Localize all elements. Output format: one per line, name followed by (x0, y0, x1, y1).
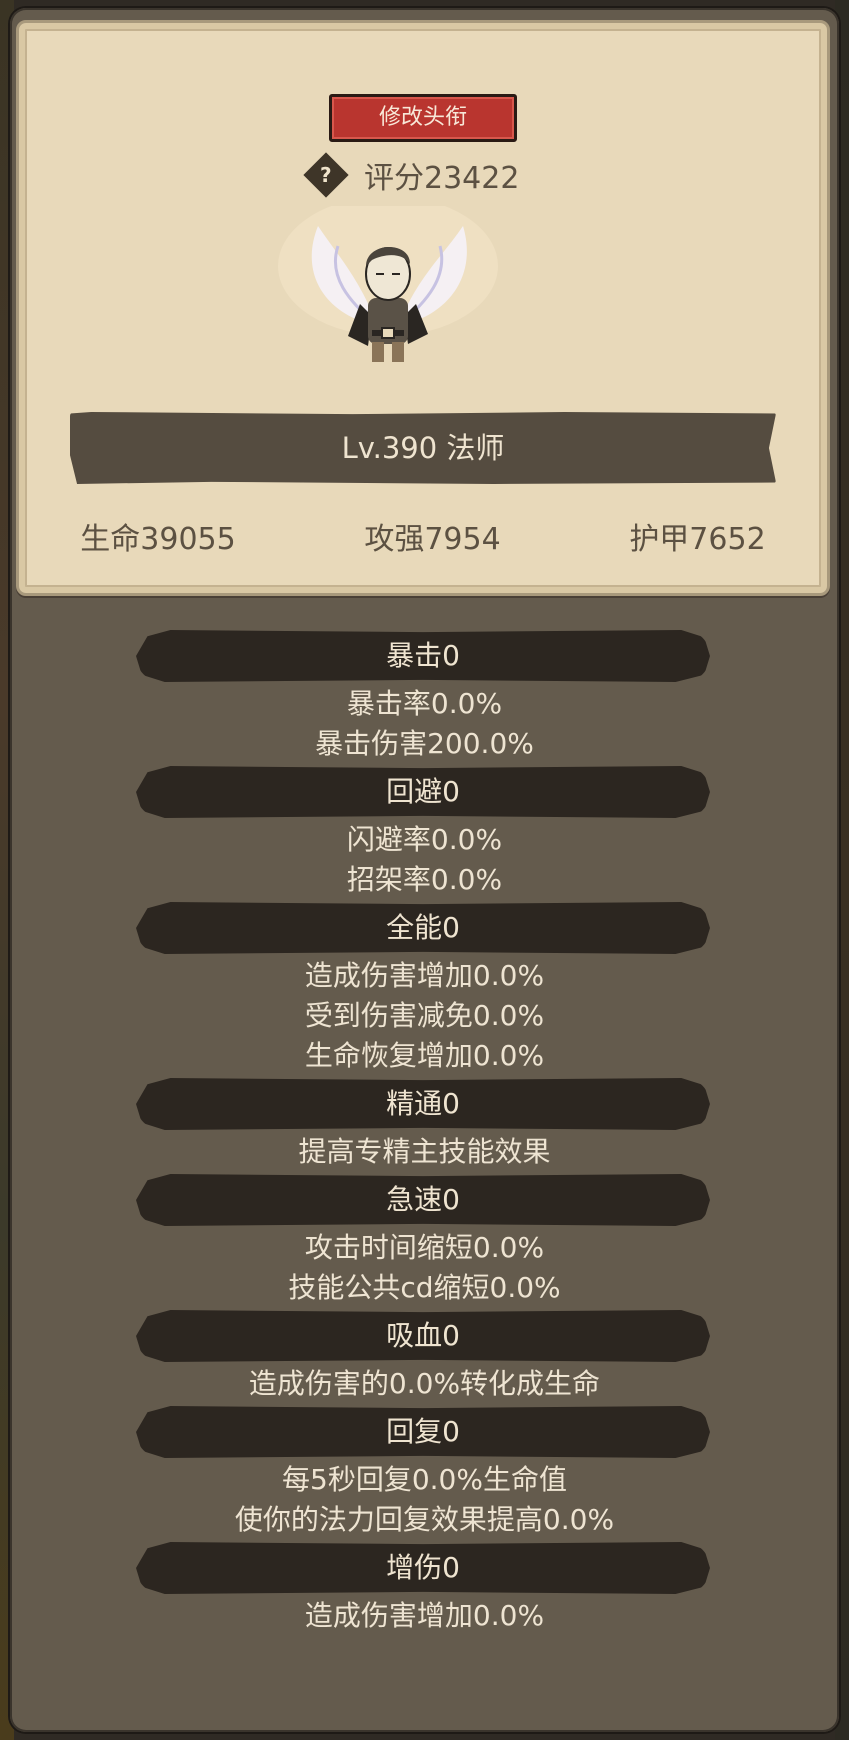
level-class-bar: Lv.390 法师 (70, 412, 776, 484)
section-crit: 暴击0 (136, 630, 710, 682)
stat-attack-power: 攻强7954 (364, 522, 501, 557)
character-avatar (278, 206, 498, 362)
core-stats: 生命39055 攻强7954 护甲7652 (16, 514, 830, 558)
section-lifesteal: 吸血0 (136, 1310, 710, 1362)
section-mastery: 精通0 (136, 1078, 710, 1130)
section-damage-boost: 增伤0 (136, 1542, 710, 1594)
edit-title-button[interactable]: 修改头衔 (329, 94, 517, 142)
mana-regen: 使你的法力回复效果提高0.0% (234, 1503, 615, 1536)
hp-regen: 每5秒回复0.0%生命值 (282, 1463, 567, 1496)
crit-damage: 暴击伤害200.0% (315, 727, 534, 760)
parry-rate: 招架率0.0% (346, 863, 503, 896)
damage-reduction: 受到伤害减免0.0% (304, 999, 545, 1032)
crit-rate: 暴击率0.0% (346, 687, 503, 720)
section-avoidance: 回避0 (136, 766, 710, 818)
dodge-rate: 闪避率0.0% (346, 823, 503, 856)
mastery-effect: 提高专精主技能效果 (298, 1135, 551, 1168)
damage-boost: 造成伤害增加0.0% (304, 1599, 545, 1632)
gcd-reduction: 技能公共cd缩短0.0% (288, 1271, 561, 1304)
healing-increase: 生命恢复增加0.0% (304, 1039, 545, 1072)
lifesteal-conversion: 造成伤害的0.0%转化成生命 (248, 1367, 601, 1400)
section-versatility: 全能0 (136, 902, 710, 954)
stat-armor: 护甲7652 (629, 522, 766, 557)
section-recovery: 回复0 (136, 1406, 710, 1458)
damage-increase: 造成伤害增加0.0% (304, 959, 545, 992)
score-label: 评分23422 (364, 161, 520, 196)
score-row: ? 评分23422 (303, 152, 520, 198)
stat-health: 生命39055 (80, 522, 236, 557)
section-haste: 急速0 (136, 1174, 710, 1226)
attack-time-reduction: 攻击时间缩短0.0% (304, 1231, 545, 1264)
help-icon[interactable]: ? (303, 152, 349, 198)
